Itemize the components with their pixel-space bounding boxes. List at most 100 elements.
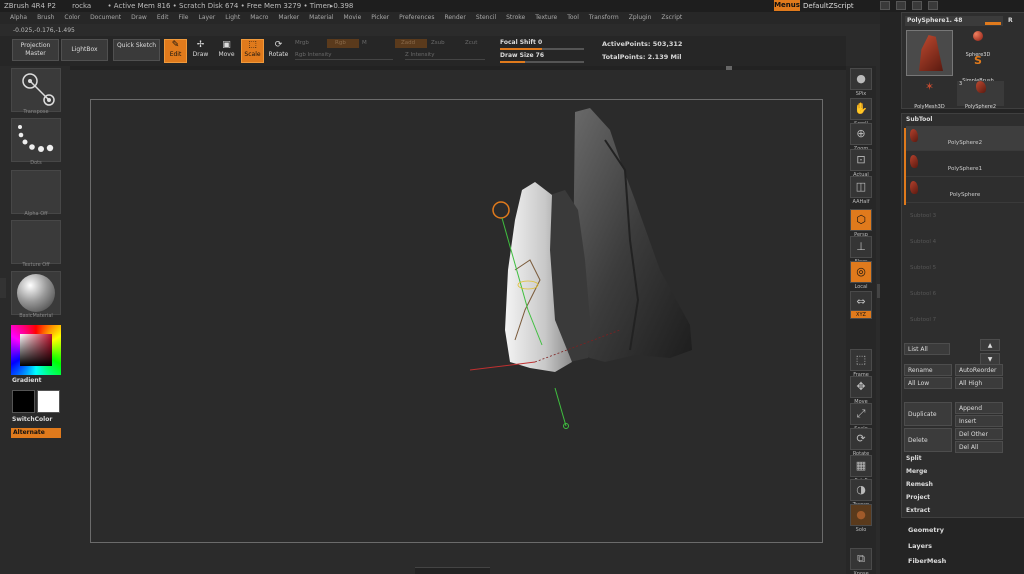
texture-thumbnail[interactable] — [11, 220, 61, 264]
geometry-section[interactable]: Geometry — [908, 526, 944, 534]
xpose-button[interactable]: ⧉ — [850, 548, 872, 570]
zsub-toggle[interactable]: Zsub — [431, 40, 445, 46]
rename-button[interactable]: Rename — [904, 364, 952, 376]
rgb-intensity-slider[interactable]: Rgb Intensity — [295, 52, 332, 58]
top-scrollbar[interactable] — [70, 66, 846, 70]
persp-button[interactable]: ⬡ — [850, 209, 872, 231]
left-tray-handle[interactable] — [0, 278, 6, 298]
zoom-button[interactable]: ⊕ — [850, 123, 872, 145]
menu-layer[interactable]: Layer — [199, 14, 216, 21]
mrgb-toggle[interactable]: Mrgb — [295, 40, 309, 46]
aahalf-button[interactable]: ◫ — [850, 176, 872, 198]
menu-marker[interactable]: Marker — [278, 14, 299, 21]
menu-tool[interactable]: Tool — [567, 14, 579, 21]
current-tool-thumbnail[interactable] — [906, 30, 953, 76]
remesh-menu[interactable]: Remesh — [906, 481, 933, 488]
draw-button[interactable]: ✢ Draw — [189, 39, 212, 63]
tool-title-slider[interactable]: PolySphere1. 48 — [905, 16, 1003, 26]
frame-button[interactable]: ⬚ — [850, 349, 872, 371]
menu-edit[interactable]: Edit — [157, 14, 169, 21]
scroll-button[interactable]: ✋ — [850, 98, 872, 120]
all-high-button[interactable]: All High — [955, 377, 1003, 389]
fibermesh-section[interactable]: FiberMesh — [908, 557, 946, 565]
auto-reorder-button[interactable]: AutoReorder — [955, 364, 1003, 376]
rotate-button[interactable]: ⟳ Rotate — [267, 39, 290, 63]
menu-draw[interactable]: Draw — [131, 14, 147, 21]
default-zscript-button[interactable]: DefaultZScript — [803, 0, 854, 12]
quick-sketch-button[interactable]: Quick Sketch — [113, 39, 160, 61]
extract-menu[interactable]: Extract — [906, 507, 930, 514]
gradient-toggle[interactable]: Gradient — [12, 377, 42, 384]
floor-button[interactable]: ⊥ — [850, 236, 872, 258]
menus-button[interactable]: Menus — [774, 0, 800, 11]
close-icon[interactable] — [928, 1, 938, 10]
menu-stroke[interactable]: Stroke — [506, 14, 525, 21]
xyz-button[interactable]: XYZ — [850, 310, 872, 319]
secondary-color-swatch[interactable] — [37, 390, 60, 413]
edit-button[interactable]: ✎ Edit — [164, 39, 187, 63]
rock-model[interactable] — [460, 100, 720, 440]
insert-button[interactable]: Insert — [955, 415, 1003, 427]
minimize-icon[interactable] — [880, 1, 890, 10]
solo-button[interactable]: ● — [850, 504, 872, 526]
spix-button[interactable]: ● — [850, 68, 872, 90]
split-menu[interactable]: Split — [906, 455, 922, 462]
scale-button[interactable]: ⤢ — [850, 403, 872, 425]
rgb-toggle[interactable]: Rgb — [327, 39, 359, 48]
delete-button[interactable]: Delete — [904, 428, 952, 452]
polymesh3d-tool[interactable]: ✶ PolyMesh3D — [906, 81, 953, 111]
switch-color-button[interactable]: SwitchColor — [12, 416, 52, 423]
lightbox-button[interactable]: LightBox — [61, 39, 108, 61]
duplicate-button[interactable]: Duplicate — [904, 402, 952, 426]
main-color-swatch[interactable] — [12, 390, 35, 413]
subtool-item-polysphere2[interactable]: PolySphere2 — [906, 126, 1024, 151]
focal-shift-slider[interactable]: Focal Shift 0 — [500, 39, 584, 50]
menu-zscript[interactable]: Zscript — [661, 14, 682, 21]
material-thumbnail[interactable] — [11, 271, 61, 315]
actual-button[interactable]: ⊡ — [850, 149, 872, 171]
transpose-start-handle[interactable] — [492, 201, 510, 219]
menu-zplugin[interactable]: Zplugin — [629, 14, 652, 21]
menu-stencil[interactable]: Stencil — [476, 14, 496, 21]
append-button[interactable]: Append — [955, 402, 1003, 414]
del-all-button[interactable]: Del All — [955, 441, 1003, 453]
m-toggle[interactable]: M — [362, 40, 367, 46]
arrow-up-icon[interactable]: ▲ — [980, 339, 1000, 351]
list-all-button[interactable]: List All — [904, 343, 950, 355]
menu-picker[interactable]: Picker — [371, 14, 389, 21]
menu-texture[interactable]: Texture — [535, 14, 557, 21]
menu-material[interactable]: Material — [309, 14, 333, 21]
subtool-item-polysphere[interactable]: PolySphere — [906, 178, 1024, 203]
polysphere2-tool[interactable]: 3 PolySphere2 — [957, 81, 1004, 110]
tool-r-button[interactable]: R — [1008, 17, 1013, 24]
menu-macro[interactable]: Macro — [250, 14, 268, 21]
z-intensity-slider[interactable]: Z Intensity — [405, 52, 434, 58]
alpha-thumbnail[interactable] — [11, 170, 61, 214]
draw-size-slider[interactable]: Draw Size 76 — [500, 52, 584, 63]
menu-transform[interactable]: Transform — [589, 14, 619, 21]
subtool-item-polysphere1[interactable]: PolySphere1 — [906, 152, 1024, 177]
subtool-title[interactable]: SubTool — [902, 114, 1024, 125]
top-scroll-handle[interactable] — [726, 66, 732, 70]
move-button[interactable]: ✥ — [850, 376, 872, 398]
menu-preferences[interactable]: Preferences — [399, 14, 434, 21]
local-button[interactable]: ◎ — [850, 261, 872, 283]
move-button[interactable]: ▣ Move — [215, 39, 238, 63]
layout-icon[interactable] — [896, 1, 906, 10]
brush-thumbnail[interactable] — [11, 68, 61, 112]
layers-section[interactable]: Layers — [908, 542, 932, 550]
scale-button[interactable]: ⬚ Scale — [241, 39, 264, 63]
transp-button[interactable]: ◑ — [850, 479, 872, 501]
zadd-toggle[interactable]: Zadd — [395, 39, 427, 48]
merge-menu[interactable]: Merge — [906, 468, 927, 475]
color-picker[interactable] — [11, 325, 61, 375]
color-picker-square[interactable] — [20, 334, 52, 366]
all-low-button[interactable]: All Low — [904, 377, 952, 389]
maximize-icon[interactable] — [912, 1, 922, 10]
alternate-button[interactable]: Alternate — [11, 428, 61, 438]
menu-document[interactable]: Document — [90, 14, 121, 21]
menu-color[interactable]: Color — [64, 14, 80, 21]
menu-movie[interactable]: Movie — [344, 14, 362, 21]
del-other-button[interactable]: Del Other — [955, 428, 1003, 440]
menu-file[interactable]: File — [178, 14, 188, 21]
